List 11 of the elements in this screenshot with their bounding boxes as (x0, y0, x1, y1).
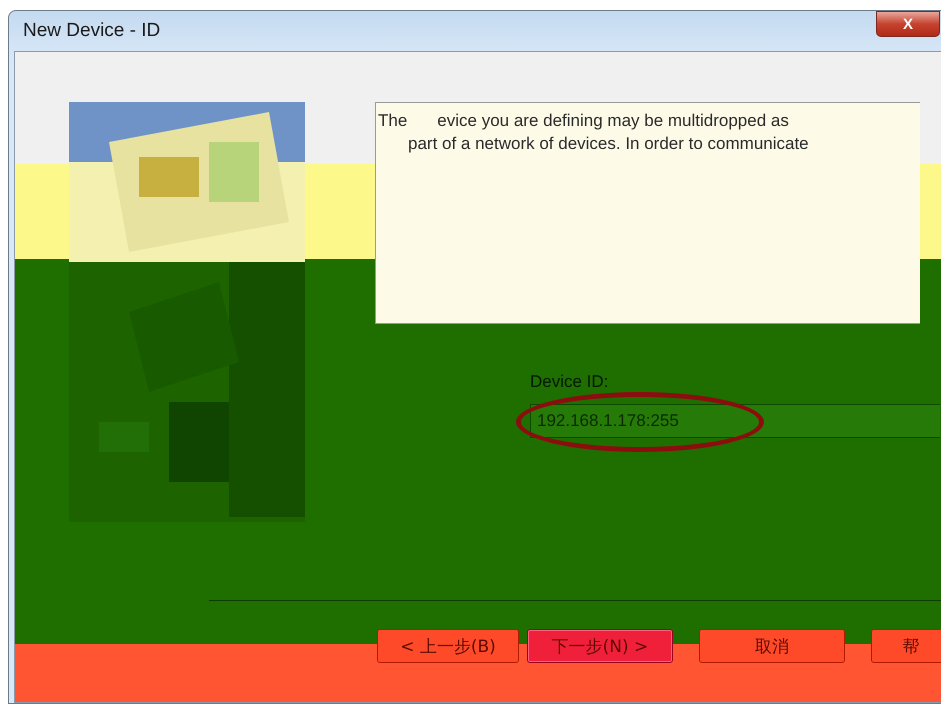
wizard-button[interactable]: 帮 (871, 629, 941, 663)
wizard-button[interactable]: < 上一步(B) (377, 629, 519, 663)
description-text: evice you are defining may be multidropped as (437, 110, 789, 132)
device-id-field[interactable]: 192.168.1.178:255 (530, 404, 940, 438)
device-id-label: Device ID: (530, 372, 610, 392)
description-text: The (378, 110, 408, 132)
window-title: New Device - ID (23, 20, 160, 42)
description-text: part of a network of devices. In order to communicate (407, 133, 810, 155)
wizard-button[interactable]: 取消 (699, 629, 845, 663)
wizard-button[interactable]: 下一步(N) > (527, 629, 673, 663)
close-button[interactable]: X (876, 11, 940, 37)
